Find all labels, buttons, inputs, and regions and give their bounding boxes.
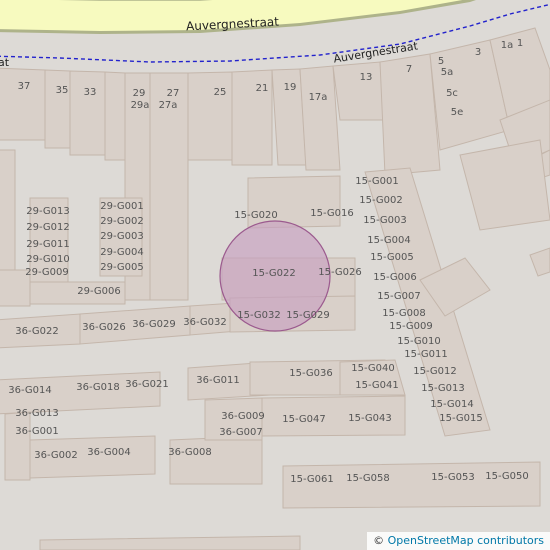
garage-label: 36-G029 (132, 319, 176, 330)
house-number-label: 21 (255, 83, 269, 94)
garage-label: 15-G008 (382, 308, 426, 319)
house-number-label: 3 (474, 47, 482, 58)
copyright-symbol: © (373, 534, 385, 547)
garage-label: 15-G009 (389, 321, 433, 332)
garage-label: 15-G007 (377, 291, 421, 302)
garage-label: 36-G009 (221, 411, 265, 422)
garage-label: 36-G022 (15, 326, 59, 337)
house-number-label: 33 (83, 87, 97, 98)
garage-label: 29-G010 (26, 254, 70, 265)
garage-label: 36-G026 (82, 322, 126, 333)
house-number-label: 17a (308, 92, 328, 103)
garage-label: 29-G006 (77, 286, 121, 297)
house-number-label: 7 (405, 64, 413, 75)
house-number-label: 29a (130, 100, 150, 111)
garage-label: 15-G022 (252, 268, 296, 279)
house-number-label: 5c (446, 88, 458, 99)
garage-label: 15-G058 (346, 473, 390, 484)
map-attribution: © OpenStreetMap contributors (367, 532, 550, 550)
garage-label: 36-G021 (125, 379, 169, 390)
garage-label: 36-G032 (183, 317, 227, 328)
garage-label: 15-G032 (237, 310, 281, 321)
garage-label: 15-G061 (290, 474, 334, 485)
garage-label: 15-G050 (485, 471, 529, 482)
garage-label: 29-G002 (100, 216, 144, 227)
garage-label: 15-G029 (286, 310, 330, 321)
garage-label: 29-G013 (26, 206, 70, 217)
garage-label: 15-G010 (397, 336, 441, 347)
house-number-label: 1a (500, 40, 514, 51)
garage-label: 15-G003 (363, 215, 407, 226)
house-number-label: 25 (213, 87, 227, 98)
garage-label: 15-G006 (373, 272, 417, 283)
garage-label: 15-G047 (282, 414, 326, 425)
garage-label: 36-G011 (196, 375, 240, 386)
garage-label: 36-G004 (87, 447, 131, 458)
garage-label: 15-G053 (431, 472, 475, 483)
garage-label: 15-G001 (355, 176, 399, 187)
osm-contributors-link[interactable]: OpenStreetMap contributors (388, 534, 544, 547)
garage-label: 15-G015 (439, 413, 483, 424)
garage-label: 36-G018 (76, 382, 120, 393)
garage-label: 29-G005 (100, 262, 144, 273)
garage-label: 15-G011 (404, 349, 448, 360)
garage-label: 36-G014 (8, 385, 52, 396)
garage-label: 36-G001 (15, 426, 59, 437)
house-number-label: 13 (359, 72, 373, 83)
house-number-label: 5a (440, 67, 454, 78)
house-number-label: 19 (283, 82, 297, 93)
garage-label: 29-G009 (25, 267, 69, 278)
garage-label: 15-G005 (370, 252, 414, 263)
garage-label: 15-G012 (413, 366, 457, 377)
garage-label: 15-G040 (351, 363, 395, 374)
garage-label: 15-G026 (318, 267, 362, 278)
garage-label: 15-G036 (289, 368, 333, 379)
garage-label: 29-G011 (26, 239, 70, 250)
garage-label: 36-G002 (34, 450, 78, 461)
garage-label: 15-G020 (234, 210, 278, 221)
house-number-label: 1 (516, 38, 524, 49)
house-number-label: 27 (166, 88, 180, 99)
house-number-label: 29 (132, 88, 146, 99)
garage-label: 36-G008 (168, 447, 212, 458)
garage-label: 15-G004 (367, 235, 411, 246)
garage-label: 15-G041 (355, 380, 399, 391)
garage-label: 36-G013 (15, 408, 59, 419)
street-label-left: at (0, 56, 10, 69)
house-number-label: 5e (450, 107, 464, 118)
garage-label: 29-G012 (26, 222, 70, 233)
garage-label: 29-G004 (100, 247, 144, 258)
map-canvas[interactable]: Auvergnestraat Auvergnestraat at 37 35 3… (0, 0, 550, 550)
house-number-label: 37 (17, 81, 31, 92)
garage-label: 15-G013 (421, 383, 465, 394)
garage-label: 29-G001 (100, 201, 144, 212)
house-number-label: 27a (158, 100, 178, 111)
garage-label: 36-G007 (219, 427, 263, 438)
house-number-label: 35 (55, 85, 69, 96)
garage-label: 15-G014 (430, 399, 474, 410)
garage-label: 15-G016 (310, 208, 354, 219)
garage-label: 29-G003 (100, 231, 144, 242)
garage-label: 15-G043 (348, 413, 392, 424)
garage-label: 15-G002 (359, 195, 403, 206)
